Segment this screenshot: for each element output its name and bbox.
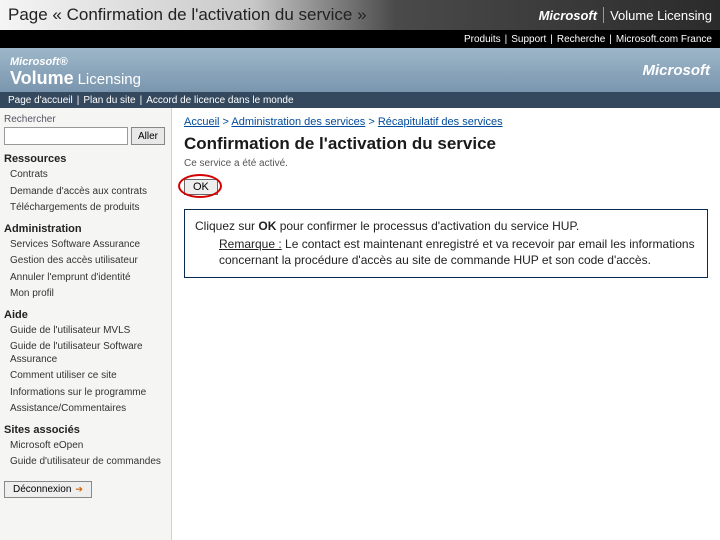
nav-sitemap[interactable]: Plan du site bbox=[83, 95, 135, 106]
nav-ms-france[interactable]: Microsoft.com France bbox=[616, 34, 712, 45]
nav-world-license[interactable]: Accord de licence dans le monde bbox=[146, 95, 293, 106]
brand-bar: Microsoft® Volume Licensing Microsoft bbox=[0, 48, 720, 92]
sidebar-item-guide-mvls[interactable]: Guide de l'utilisateur MVLS bbox=[4, 323, 165, 340]
breadcrumb-recap[interactable]: Récapitulatif des services bbox=[378, 116, 503, 128]
callout-suffix: pour confirmer le processus d'activation… bbox=[276, 219, 579, 233]
sidebar-item-sa-services[interactable]: Services Software Assurance bbox=[4, 237, 165, 254]
callout-ok: OK bbox=[258, 219, 276, 233]
sidebar-section-aide: Aide bbox=[4, 309, 165, 321]
brand-ms: Microsoft® bbox=[10, 56, 68, 68]
sidebar-item-assistance[interactable]: Assistance/Commentaires bbox=[4, 401, 165, 418]
search-input[interactable] bbox=[4, 127, 128, 145]
sidebar-section-admin: Administration bbox=[4, 223, 165, 235]
page-subtitle: Ce service a été activé. bbox=[184, 158, 708, 169]
sidebar-section-ressources: Ressources bbox=[4, 153, 165, 165]
sidebar-item-info-programme[interactable]: Informations sur le programme bbox=[4, 385, 165, 402]
logout-label: Déconnexion bbox=[13, 484, 71, 495]
ms-global-nav: Produits| Support| Recherche| Microsoft.… bbox=[0, 30, 720, 48]
sidebar-item-mon-profil[interactable]: Mon profil bbox=[4, 286, 165, 303]
breadcrumb: Accueil > Administration des services > … bbox=[184, 116, 708, 128]
brand-volume: Volume bbox=[10, 68, 74, 88]
volume-licensing-logo: Microsoft® Volume Licensing bbox=[10, 52, 141, 89]
sidebar-item-contrats[interactable]: Contrats bbox=[4, 167, 165, 184]
sidebar: Rechercher Aller Ressources Contrats Dem… bbox=[0, 108, 172, 540]
slide-header-logo: Microsoft Volume Licensing bbox=[539, 7, 712, 23]
sidebar-item-annuler-emprunt[interactable]: Annuler l'emprunt d'identité bbox=[4, 270, 165, 287]
callout-remark-text: Le contact est maintenant enregistré et … bbox=[219, 237, 695, 267]
nav-home[interactable]: Page d'accueil bbox=[8, 95, 73, 106]
sidebar-item-demande-acces[interactable]: Demande d'accès aux contrats bbox=[4, 184, 165, 201]
main-content: Accueil > Administration des services > … bbox=[172, 108, 720, 540]
sidebar-item-guide-commandes[interactable]: Guide d'utilisateur de commandes bbox=[4, 454, 165, 471]
page-title: Confirmation de l'activation du service bbox=[184, 134, 708, 154]
ok-button[interactable]: OK bbox=[184, 179, 218, 195]
microsoft-logo: Microsoft bbox=[643, 62, 711, 79]
nav-support[interactable]: Support bbox=[511, 34, 546, 45]
nav-recherche[interactable]: Recherche bbox=[557, 34, 605, 45]
logout-button[interactable]: Déconnexion ➔ bbox=[4, 481, 92, 498]
logo-product: Volume Licensing bbox=[610, 8, 712, 23]
sidebar-item-eopen[interactable]: Microsoft eOpen bbox=[4, 438, 165, 455]
slide-header: Page « Confirmation de l'activation du s… bbox=[0, 0, 720, 30]
instruction-callout: Cliquez sur OK pour confirmer le process… bbox=[184, 209, 708, 278]
nav-produits[interactable]: Produits bbox=[464, 34, 501, 45]
breadcrumb-home[interactable]: Accueil bbox=[184, 116, 219, 128]
logo-brand: Microsoft bbox=[539, 8, 598, 23]
sidebar-item-comment-utiliser[interactable]: Comment utiliser ce site bbox=[4, 368, 165, 385]
brand-licensing: Licensing bbox=[78, 71, 141, 88]
sidebar-section-sites: Sites associés bbox=[4, 424, 165, 436]
site-nav: Page d'accueil| Plan du site| Accord de … bbox=[0, 92, 720, 108]
search-go-button[interactable]: Aller bbox=[131, 127, 165, 145]
callout-remark-label: Remarque : bbox=[219, 237, 282, 251]
slide-title: Page « Confirmation de l'activation du s… bbox=[8, 5, 367, 25]
logout-arrow-icon: ➔ bbox=[75, 484, 83, 495]
breadcrumb-admin[interactable]: Administration des services bbox=[231, 116, 365, 128]
callout-prefix: Cliquez sur bbox=[195, 219, 258, 233]
logo-divider bbox=[603, 7, 604, 23]
search-label: Rechercher bbox=[4, 114, 165, 125]
sidebar-item-guide-sa[interactable]: Guide de l'utilisateur Software Assuranc… bbox=[4, 339, 165, 368]
sidebar-item-telechargements[interactable]: Téléchargements de produits bbox=[4, 200, 165, 217]
sidebar-item-gestion-acces[interactable]: Gestion des accès utilisateur bbox=[4, 253, 165, 270]
